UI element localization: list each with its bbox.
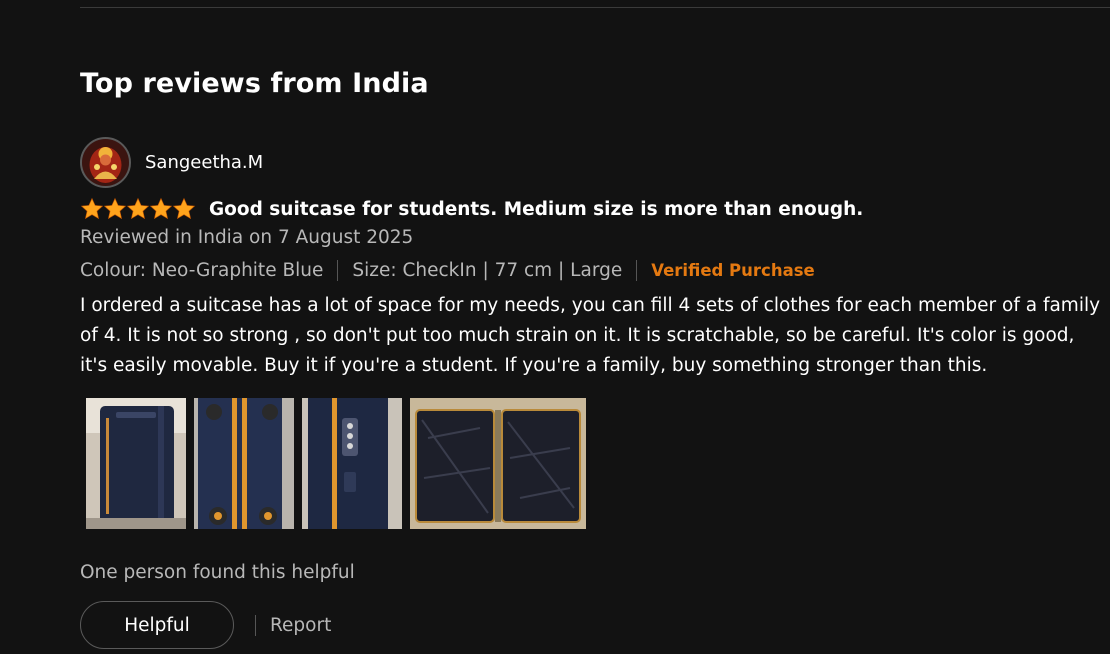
divider <box>255 614 256 636</box>
helpful-button[interactable]: Helpful <box>80 601 234 649</box>
rating-row: Good suitcase for students. Medium size … <box>80 194 863 224</box>
review-image-suitcase-side[interactable] <box>86 398 186 529</box>
star-rating[interactable] <box>80 197 196 221</box>
review-image-suitcase-open[interactable] <box>410 398 586 529</box>
star-icon <box>126 197 150 220</box>
review-image-gallery <box>86 398 586 529</box>
divider <box>636 259 638 281</box>
review-image-suitcase-wheels[interactable] <box>194 398 294 529</box>
reviewer-profile[interactable]: Sangeetha.M <box>80 137 263 188</box>
review-actions: Helpful Report <box>80 601 331 649</box>
review-date: Reviewed in India on 7 August 2025 <box>80 227 414 248</box>
review-body: I ordered a suitcase has a lot of space … <box>80 295 1101 376</box>
divider <box>337 259 339 281</box>
variant-colour[interactable]: Colour: Neo-Graphite Blue <box>80 260 323 281</box>
report-link[interactable]: Report <box>270 615 331 636</box>
section-title: Top reviews from India <box>80 68 429 99</box>
star-icon <box>149 197 173 220</box>
top-divider <box>80 7 1110 8</box>
avatar[interactable] <box>80 137 131 188</box>
review-image-suitcase-lock[interactable] <box>302 398 402 529</box>
verified-purchase-badge: Verified Purchase <box>651 260 815 280</box>
reviews-section: Top reviews from India Sangeetha.M Good … <box>0 0 1110 654</box>
star-icon <box>103 197 127 220</box>
reviewer-name[interactable]: Sangeetha.M <box>145 152 263 173</box>
review-title[interactable]: Good suitcase for students. Medium size … <box>209 199 863 220</box>
variant-size[interactable]: Size: CheckIn | 77 cm | Large <box>352 260 622 281</box>
star-icon <box>80 197 104 220</box>
review-variant-meta: Colour: Neo-Graphite Blue Size: CheckIn … <box>80 257 815 283</box>
star-icon <box>172 197 196 220</box>
helpful-count: One person found this helpful <box>80 562 355 583</box>
